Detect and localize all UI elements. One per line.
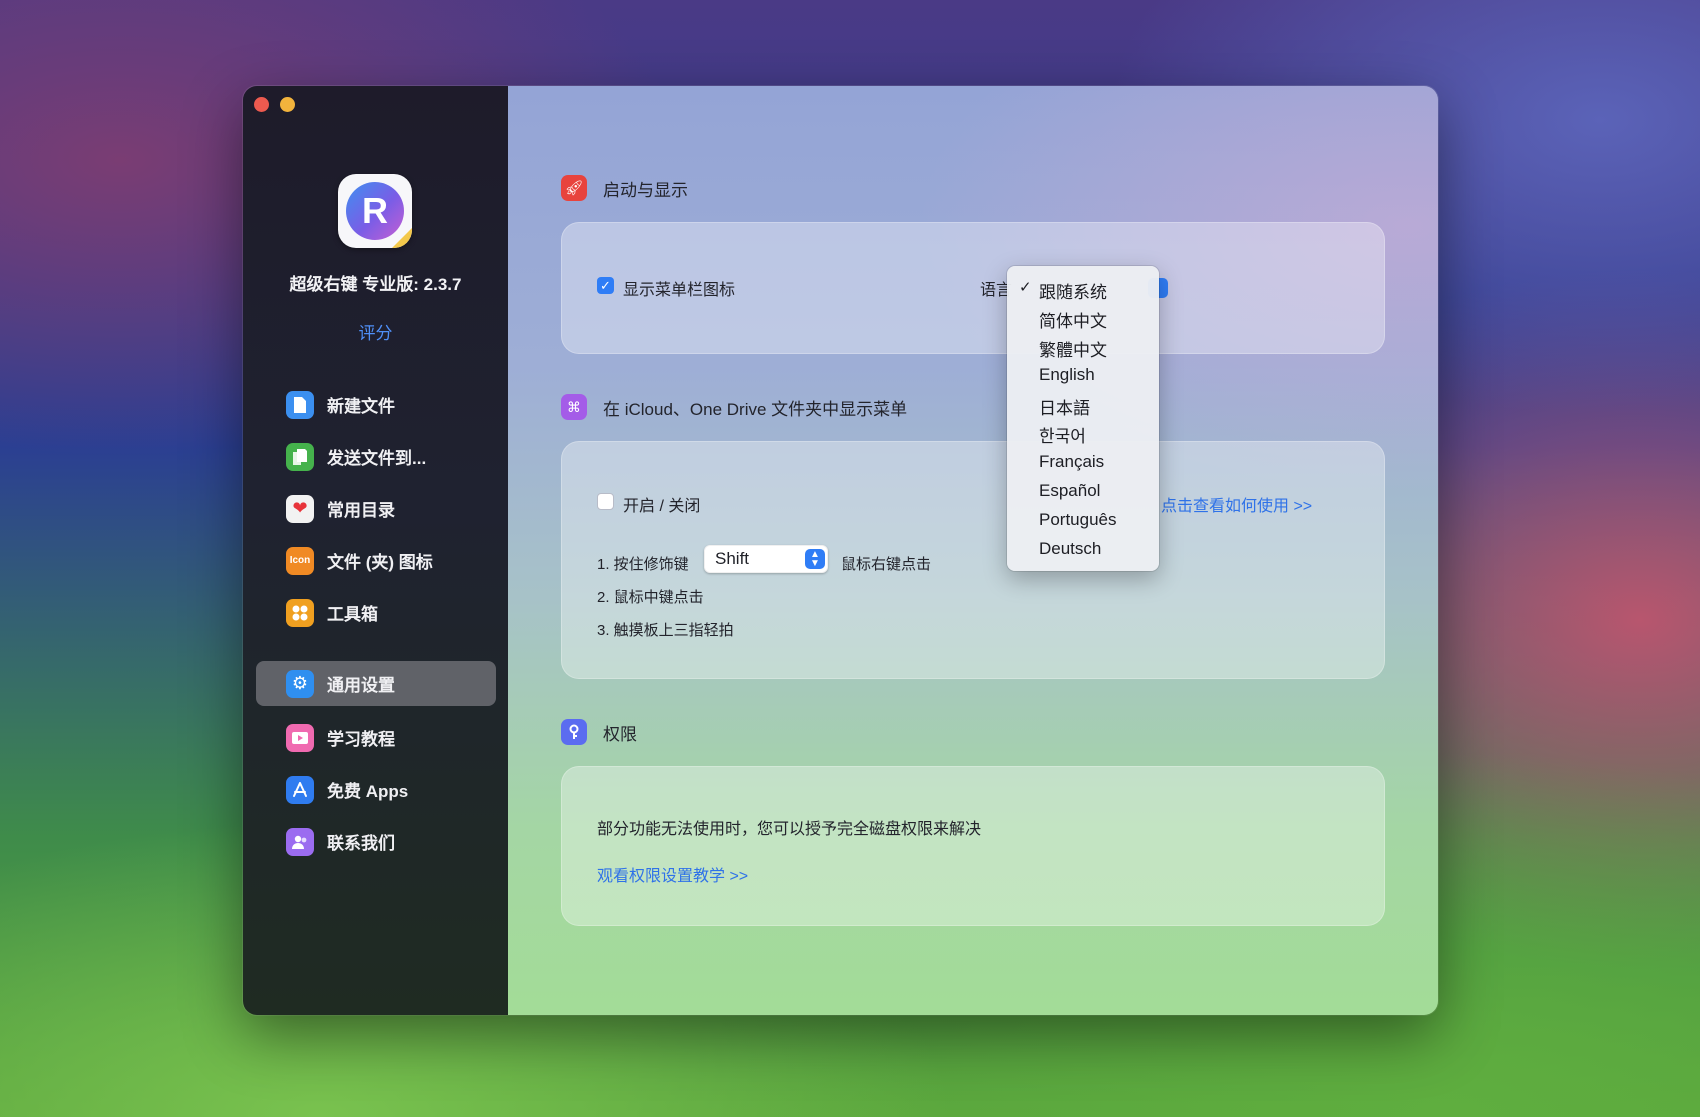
section-header-icloud: ⌘ 在 iCloud、One Drive 文件夹中显示菜单	[561, 394, 907, 420]
icloud-toggle-label: 开启 / 关闭	[623, 498, 701, 515]
icon-badge-icon: Icon	[286, 546, 314, 575]
app-logo-icon: R	[338, 174, 412, 248]
rocket-icon: 🚀︎	[561, 175, 587, 201]
step1-suffix: 鼠标右键点击	[841, 556, 932, 573]
sidebar: R 超级右键 专业版: 2.3.7 评分 新建文件 发送文件到... ❤ 常用目…	[243, 86, 508, 1015]
heart-icon: ❤	[286, 494, 314, 523]
language-option[interactable]: Español	[1007, 477, 1159, 506]
language-option[interactable]: 繁體中文	[1007, 332, 1159, 361]
section-header-permissions: 权限	[561, 719, 637, 745]
sidebar-item-folder-icons[interactable]: Icon 文件 (夹) 图标	[256, 538, 496, 583]
language-option[interactable]: Français	[1007, 448, 1159, 477]
sidebar-item-new-file[interactable]: 新建文件	[256, 382, 496, 427]
section-title: 权限	[603, 724, 637, 744]
step1-prefix: 1. 按住修饰键	[597, 556, 689, 573]
sidebar-item-favorites[interactable]: ❤ 常用目录	[256, 486, 496, 531]
sidebar-item-send-file[interactable]: 发送文件到...	[256, 434, 496, 479]
icloud-toggle-checkbox[interactable]	[597, 493, 614, 510]
section-title: 启动与显示	[603, 180, 688, 200]
language-dropdown-menu: ✓ 跟随系统 简体中文 繁體中文 English 日本語 한국어 Françai…	[1007, 266, 1159, 571]
language-option[interactable]: Português	[1007, 506, 1159, 535]
rate-link[interactable]: 评分	[243, 319, 508, 344]
toolbox-icon	[286, 598, 314, 627]
checkmark-icon: ✓	[1019, 279, 1032, 296]
sidebar-item-general-settings[interactable]: ⚙ 通用设置	[256, 661, 496, 706]
permissions-description: 部分功能无法使用时，您可以授予完全磁盘权限来解决	[597, 821, 982, 838]
show-menubar-label: 显示菜单栏图标	[623, 282, 736, 299]
step3-text: 3. 触摸板上三指轻拍	[597, 622, 734, 639]
settings-window: R 超级右键 专业版: 2.3.7 评分 新建文件 发送文件到... ❤ 常用目…	[243, 86, 1438, 1015]
send-file-icon	[286, 442, 314, 471]
sidebar-item-label: 学习教程	[327, 730, 395, 749]
app-name-version: 超级右键 专业版: 2.3.7	[289, 275, 462, 294]
sidebar-item-label: 联系我们	[327, 834, 395, 853]
close-window-button[interactable]	[254, 97, 269, 112]
section-title: 在 iCloud、One Drive 文件夹中显示菜单	[603, 399, 908, 419]
modifier-key-value: Shift	[715, 549, 750, 568]
sidebar-item-label: 工具箱	[327, 605, 378, 624]
stepper-arrows-icon: ▲ ▼	[805, 549, 825, 569]
howto-link[interactable]: 点击查看如何使用 >>	[1161, 492, 1312, 516]
sidebar-item-free-apps[interactable]: 免费 Apps	[256, 767, 496, 812]
sidebar-item-contact[interactable]: 联系我们	[256, 819, 496, 864]
language-option[interactable]: 한국어	[1007, 418, 1159, 447]
sidebar-item-tutorials[interactable]: 学习教程	[256, 715, 496, 760]
sidebar-item-toolbox[interactable]: 工具箱	[256, 590, 496, 635]
startup-card: ✓ 显示菜单栏图标 语言	[561, 222, 1385, 354]
step2-text: 2. 鼠标中键点击	[597, 589, 704, 606]
minimize-window-button[interactable]	[280, 97, 295, 112]
show-menubar-checkbox[interactable]: ✓	[597, 277, 614, 294]
sidebar-item-label: 新建文件	[327, 397, 395, 416]
contact-icon	[286, 827, 314, 856]
tutorial-icon	[286, 723, 314, 752]
sidebar-item-label: 通用设置	[327, 676, 395, 695]
sidebar-item-label: 文件 (夹) 图标	[327, 553, 433, 572]
command-icon: ⌘	[561, 394, 587, 420]
app-store-icon	[286, 775, 314, 804]
language-option[interactable]: Deutsch	[1007, 535, 1159, 564]
modifier-key-select[interactable]: Shift ▲ ▼	[704, 545, 828, 573]
sidebar-item-label: 常用目录	[327, 501, 395, 520]
sidebar-item-label: 免费 Apps	[327, 782, 409, 801]
icloud-card: 开启 / 关闭 点击查看如何使用 >> 1. 按住修饰键 Shift ▲ ▼ 鼠标…	[561, 441, 1385, 679]
permissions-tutorial-link[interactable]: 观看权限设置教学 >>	[597, 862, 748, 886]
permissions-card: 部分功能无法使用时，您可以授予完全磁盘权限来解决 观看权限设置教学 >>	[561, 766, 1385, 926]
language-option[interactable]: English	[1007, 361, 1159, 390]
language-option[interactable]: ✓ 跟随系统	[1007, 274, 1159, 303]
new-file-icon	[286, 390, 314, 419]
sidebar-item-label: 发送文件到...	[327, 449, 427, 468]
key-icon	[561, 719, 587, 745]
settings-content: 🚀︎ 启动与显示 ✓ 显示菜单栏图标 语言 ⌘ 在 iCloud、One Dri…	[508, 86, 1438, 1015]
language-option[interactable]: 日本語	[1007, 390, 1159, 419]
section-header-startup: 🚀︎ 启动与显示	[561, 175, 688, 201]
language-option[interactable]: 简体中文	[1007, 303, 1159, 332]
gear-icon: ⚙	[286, 669, 314, 698]
